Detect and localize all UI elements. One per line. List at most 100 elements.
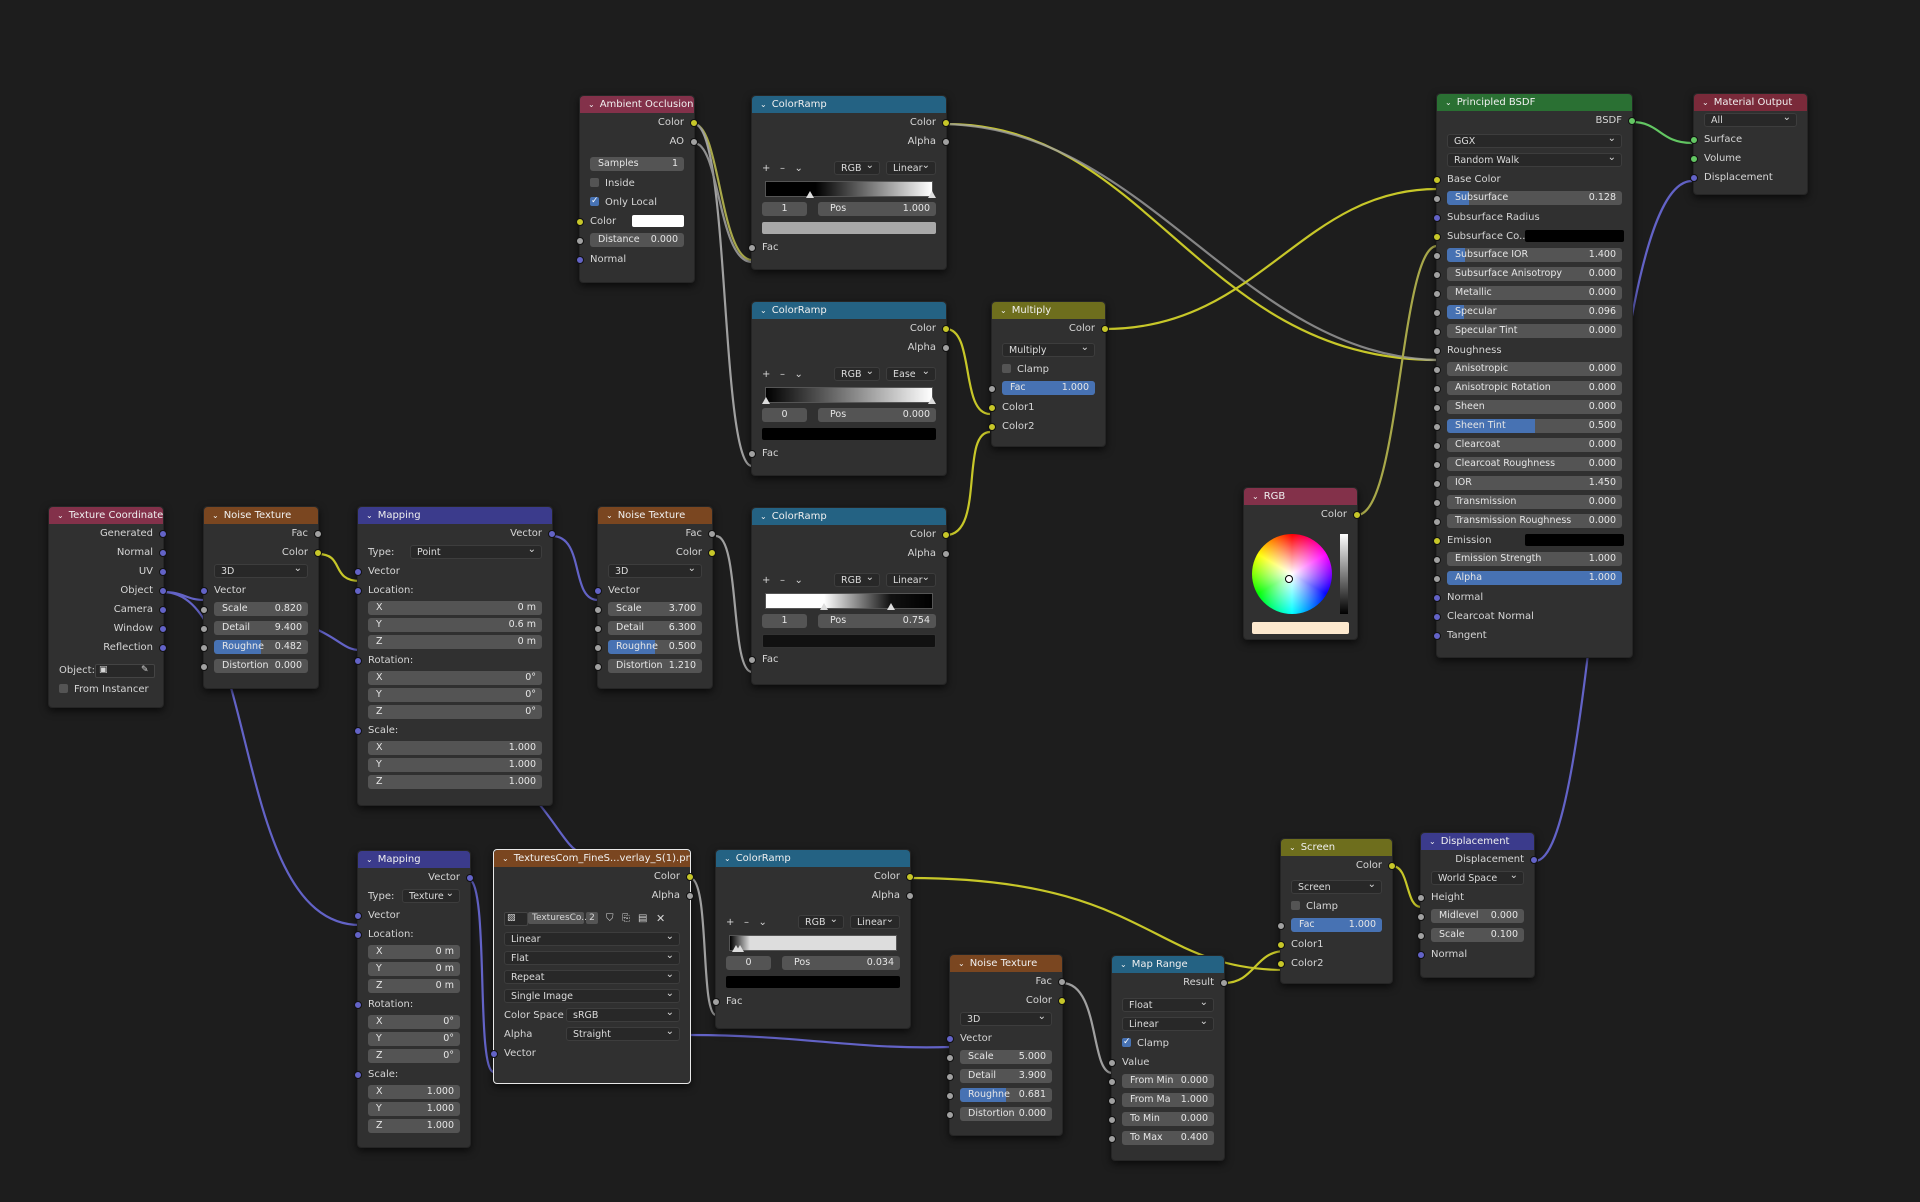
ramp-stop[interactable] — [736, 945, 744, 952]
node-noise-texture-b[interactable]: ⌄ Noise Texture Fac Color 3D Vector Scale… — [594, 506, 716, 689]
input-socket[interactable] — [946, 1111, 954, 1119]
output-socket[interactable] — [942, 531, 950, 539]
input-socket[interactable] — [1690, 155, 1698, 163]
collapse-chevron-icon[interactable]: ⌄ — [760, 302, 767, 319]
input-socket[interactable] — [354, 727, 362, 735]
input-socket[interactable] — [1433, 195, 1441, 203]
interpolation-dropdown[interactable]: Linear — [886, 571, 936, 587]
input-socket[interactable] — [1108, 1078, 1116, 1086]
stop-color-swatch[interactable] — [762, 428, 936, 440]
node-header[interactable]: ⌄ Mapping — [358, 507, 552, 524]
sheen-tint-field[interactable]: Sheen Tint 0.500 — [1447, 419, 1622, 433]
output-socket[interactable] — [686, 873, 694, 881]
location-x-field[interactable]: X 0 m — [368, 945, 460, 959]
value-field[interactable]: To Max 0.400 — [1122, 1131, 1214, 1145]
output-socket[interactable] — [690, 119, 698, 127]
node-colorramp-top[interactable]: ⌄ColorRamp Color Alpha + – ⌄ RGB Linear … — [748, 95, 950, 270]
collapse-chevron-icon[interactable]: ⌄ — [1445, 94, 1452, 111]
input-socket[interactable] — [1433, 575, 1441, 583]
node-colorramp-low[interactable]: ⌄ColorRamp Color Alpha + – ⌄ RGB Linear … — [748, 507, 950, 685]
subsurface-color-swatch[interactable] — [1525, 230, 1624, 242]
clamp-checkbox[interactable] — [1122, 1033, 1131, 1052]
location-x-field[interactable]: X 0 m — [368, 601, 542, 615]
rotation-x-field[interactable]: X 0° — [368, 1015, 460, 1029]
color-swatch[interactable] — [632, 215, 684, 227]
remove-stop-icon[interactable]: – — [780, 575, 785, 586]
collapse-chevron-icon[interactable]: ⌄ — [212, 507, 219, 524]
location-y-field[interactable]: Y 0 m — [368, 962, 460, 976]
input-socket[interactable] — [1433, 594, 1441, 602]
ramp-menu-chevron-icon[interactable]: ⌄ — [794, 575, 802, 586]
input-socket[interactable] — [354, 1071, 362, 1079]
scale-y-field[interactable]: Y 1.000 — [368, 758, 542, 772]
scale-field[interactable]: Scale 0.100 — [1431, 928, 1524, 942]
location-y-field[interactable]: Y 0.6 m — [368, 618, 542, 632]
clamp-checkbox[interactable] — [1002, 364, 1011, 373]
anisotropic-field[interactable]: Anisotropic 0.000 — [1447, 362, 1622, 376]
only-local-checkbox[interactable] — [590, 192, 599, 211]
input-socket[interactable] — [594, 625, 602, 633]
ramp-stop[interactable] — [928, 397, 936, 404]
remove-stop-icon[interactable]: – — [744, 917, 749, 928]
new-image-icon[interactable]: ⎘ — [622, 909, 630, 928]
scale-z-field[interactable]: Z 1.000 — [368, 775, 542, 789]
stop-index-field[interactable]: 1 — [762, 614, 807, 628]
node-mapping-b[interactable]: ⌄ Mapping Vector Type: Texture Vector Locat… — [354, 850, 474, 1148]
ramp-stop[interactable] — [762, 397, 770, 404]
node-header[interactable]: ⌄ Map Range — [1112, 956, 1224, 973]
input-socket[interactable] — [1433, 271, 1441, 279]
rotation-y-field[interactable]: Y 0° — [368, 1032, 460, 1046]
input-socket[interactable] — [1108, 1059, 1116, 1067]
node-header[interactable]: ⌄ Multiply — [992, 302, 1105, 319]
interpolation-dropdown[interactable]: Linear — [850, 913, 900, 929]
value-field[interactable]: Detail 6.300 — [608, 621, 702, 635]
dimension-dropdown[interactable]: 3D — [960, 1010, 1052, 1026]
node-material-output[interactable]: ⌄ Material Output All Surface Volume Disp… — [1690, 93, 1808, 195]
output-socket[interactable] — [942, 138, 950, 146]
source-dropdown[interactable]: Single Image — [504, 987, 680, 1003]
stop-index-field[interactable]: 0 — [726, 956, 771, 970]
ramp-menu-chevron-icon[interactable]: ⌄ — [758, 917, 766, 928]
node-colorramp-bottom[interactable]: ⌄ColorRamp Color Alpha + – ⌄ RGB Linear … — [712, 849, 914, 1029]
input-socket[interactable] — [200, 606, 208, 614]
collapse-chevron-icon[interactable]: ⌄ — [1120, 956, 1127, 973]
sheen-field[interactable]: Sheen 0.000 — [1447, 400, 1622, 414]
value-field[interactable]: Roughne 0.500 — [608, 640, 702, 654]
input-socket[interactable] — [748, 450, 756, 458]
output-socket[interactable] — [159, 606, 167, 614]
clamp-checkbox[interactable] — [1291, 901, 1300, 910]
input-socket[interactable] — [946, 1073, 954, 1081]
input-socket[interactable] — [490, 1050, 498, 1058]
distance-field[interactable]: Distance 0.000 — [590, 233, 684, 247]
input-socket[interactable] — [1433, 518, 1441, 526]
node-mapping-a[interactable]: ⌄ Mapping Vector Type: Point Vector Locatio… — [354, 506, 556, 806]
node-header[interactable]: ⌄ ColorRamp — [752, 96, 946, 113]
subsurface-ior-field[interactable]: Subsurface IOR 1.400 — [1447, 248, 1622, 262]
input-socket[interactable] — [354, 587, 362, 595]
input-socket[interactable] — [1433, 309, 1441, 317]
stop-pos-field[interactable]: Pos 0.754 — [818, 614, 936, 628]
collapse-chevron-icon[interactable]: ⌄ — [366, 851, 373, 868]
add-stop-icon[interactable]: + — [762, 369, 770, 380]
input-socket[interactable] — [200, 587, 208, 595]
mapping-type-dropdown[interactable]: Point — [410, 543, 542, 559]
node-rgb[interactable]: ⌄ RGB Color — [1243, 487, 1361, 640]
input-socket[interactable] — [1433, 480, 1441, 488]
collapse-chevron-icon[interactable]: ⌄ — [760, 508, 767, 525]
output-socket[interactable] — [690, 138, 698, 146]
node-header[interactable]: ⌄ TexturesCom_FineS...verlay_S(1).png.001 — [494, 850, 690, 867]
fac-field[interactable]: Fac 1.000 — [1291, 918, 1382, 932]
collapse-chevron-icon[interactable]: ⌄ — [366, 507, 373, 524]
dimension-dropdown[interactable]: 3D — [214, 562, 308, 578]
node-header[interactable]: ⌄ ColorRamp — [716, 850, 910, 867]
input-socket[interactable] — [200, 625, 208, 633]
output-socket[interactable] — [159, 644, 167, 652]
interpolation-dropdown[interactable]: Linear — [886, 159, 936, 175]
ramp-stop[interactable] — [806, 191, 814, 198]
rotation-z-field[interactable]: Z 0° — [368, 1049, 460, 1063]
collapse-chevron-icon[interactable]: ⌄ — [588, 96, 595, 113]
stop-pos-field[interactable]: Pos 0.034 — [782, 956, 900, 970]
stop-color-swatch[interactable] — [762, 222, 936, 234]
subsurface-anisotropy-field[interactable]: Subsurface Anisotropy 0.000 — [1447, 267, 1622, 281]
blend-mode-dropdown[interactable]: Multiply — [1002, 341, 1095, 357]
